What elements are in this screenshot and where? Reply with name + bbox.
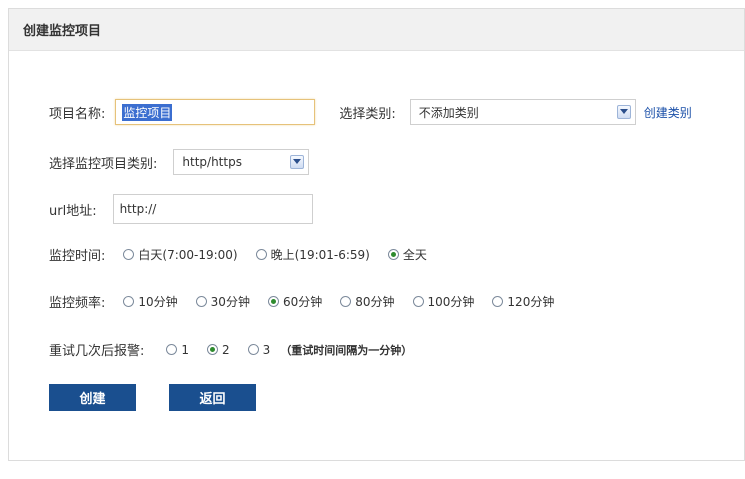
panel-header: 创建监控项目 [9, 9, 744, 51]
radio-label: 全天 [402, 248, 427, 262]
create-button[interactable]: 创建 [49, 384, 136, 411]
radio-label: 120分钟 [507, 295, 555, 309]
category-label: 选择类别: [339, 106, 396, 122]
radio-button-icon[interactable] [166, 344, 178, 355]
project-name-input[interactable]: 监控项目 [115, 99, 316, 125]
radio-label: 30分钟 [210, 295, 250, 309]
radio-button-icon[interactable] [123, 296, 135, 307]
radio-button-checked-icon[interactable] [207, 344, 219, 355]
radio-button-icon[interactable] [412, 296, 424, 307]
row-retry: 重试几次后报警: 1 2 3 （重试时间间隔为一分钟） [49, 340, 412, 360]
retry-hint: （重试时间间隔为一分钟） [280, 343, 413, 357]
chevron-down-icon[interactable] [616, 105, 631, 119]
category-select-value: 不添加类别 [418, 105, 479, 120]
radio-time-night[interactable]: 晚上(19:01-6:59) [255, 246, 370, 263]
monitor-type-select-value: http/https [182, 155, 242, 169]
row-monitor-type: 选择监控项目类别: http/https [49, 149, 310, 175]
project-name-label: 项目名称: [49, 106, 106, 122]
radio-freq-120[interactable]: 120分钟 [492, 293, 554, 310]
row-monitor-time: 监控时间: 白天(7:00-19:00) 晚上(19:01-6:59) 全天 [49, 245, 445, 264]
radio-label: 1 [181, 342, 190, 357]
radio-freq-60[interactable]: 60分钟 [267, 293, 323, 310]
radio-time-day[interactable]: 白天(7:00-19:00) [123, 246, 238, 263]
radio-freq-80[interactable]: 80分钟 [340, 293, 395, 310]
page-title: 创建监控项目 [23, 24, 102, 39]
radio-time-allday[interactable]: 全天 [387, 246, 427, 263]
radio-label: 10分钟 [138, 295, 178, 309]
category-select[interactable]: 不添加类别 [409, 99, 636, 125]
monitor-type-select[interactable]: http/https [173, 149, 310, 175]
radio-button-checked-icon[interactable] [387, 249, 399, 260]
radio-retry-1[interactable]: 1 [166, 343, 189, 357]
radio-button-icon[interactable] [340, 296, 352, 307]
chevron-down-icon[interactable] [290, 155, 305, 169]
frequency-label: 监控频率: [49, 296, 106, 311]
retry-label: 重试几次后报警: [49, 344, 145, 359]
url-label: url地址: [49, 203, 97, 219]
radio-button-icon[interactable] [255, 249, 267, 260]
radio-freq-100[interactable]: 100分钟 [412, 293, 475, 310]
row-frequency: 监控频率: 10分钟 30分钟 60分钟 80分钟 100分钟 120分钟 [49, 292, 572, 311]
radio-retry-3[interactable]: 3 [247, 342, 271, 357]
radio-freq-30[interactable]: 30分钟 [195, 293, 250, 310]
row-project-name: 项目名称: 监控项目 选择类别: 不添加类别 创建类别 [49, 99, 692, 125]
retry-group: 1 2 3 （重试时间间隔为一分钟） [166, 342, 412, 358]
radio-label: 3 [262, 342, 271, 357]
monitor-time-label: 监控时间: [49, 249, 106, 264]
radio-freq-10[interactable]: 10分钟 [123, 293, 178, 310]
radio-button-icon[interactable] [195, 296, 207, 307]
back-button[interactable]: 返回 [169, 384, 256, 411]
frequency-group: 10分钟 30分钟 60分钟 80分钟 100分钟 120分钟 [123, 293, 572, 310]
monitor-time-group: 白天(7:00-19:00) 晚上(19:01-6:59) 全天 [123, 246, 444, 263]
radio-button-checked-icon[interactable] [267, 296, 279, 307]
url-input[interactable] [112, 194, 313, 224]
radio-label: 2 [222, 342, 230, 357]
project-name-value: 监控项目 [122, 103, 173, 121]
create-category-link[interactable]: 创建类别 [644, 104, 692, 121]
radio-button-icon[interactable] [492, 296, 504, 307]
radio-label: 60分钟 [282, 295, 323, 309]
radio-label: 80分钟 [355, 295, 395, 309]
monitor-type-label: 选择监控项目类别: [49, 156, 158, 172]
radio-button-icon[interactable] [123, 249, 135, 260]
row-url: url地址: [49, 194, 313, 224]
radio-button-icon[interactable] [247, 344, 259, 355]
radio-label: 白天(7:00-19:00) [138, 248, 238, 262]
radio-label: 100分钟 [427, 295, 475, 309]
radio-label: 晚上(19:01-6:59) [270, 248, 370, 262]
radio-retry-2[interactable]: 2 [207, 343, 230, 357]
